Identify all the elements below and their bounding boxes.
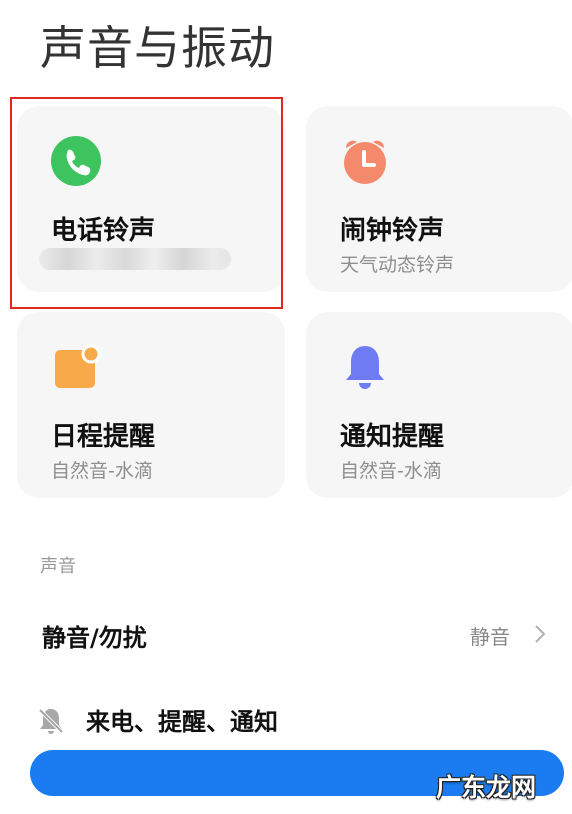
mute-calls-row[interactable]: 来电、提醒、通知 xyxy=(0,688,572,748)
silent-dnd-value: 静音 xyxy=(470,625,510,649)
alarm-title: 闹钟铃声 xyxy=(340,216,445,246)
notification-card[interactable]: 通知提醒 自然音-水滴 xyxy=(306,312,572,498)
highlight-box xyxy=(10,97,283,309)
notification-title: 通知提醒 xyxy=(340,422,445,452)
page-title: 声音与振动 xyxy=(40,21,275,75)
bell-off-icon xyxy=(36,706,66,736)
chevron-right-icon xyxy=(532,624,548,644)
alarm-card[interactable]: 闹钟铃声 天气动态铃声 xyxy=(306,106,572,292)
notification-subtitle: 自然音-水滴 xyxy=(340,460,442,482)
calendar-card[interactable]: 日程提醒 自然音-水滴 xyxy=(17,312,285,498)
watermark: 广东龙网 xyxy=(436,773,537,802)
silent-dnd-row[interactable]: 静音/勿扰 静音 xyxy=(0,604,572,664)
alarm-subtitle: 天气动态铃声 xyxy=(340,254,455,276)
alarm-clock-icon xyxy=(340,136,390,186)
section-label-sound: 声音 xyxy=(40,556,76,577)
calendar-title: 日程提醒 xyxy=(51,422,156,452)
silent-dnd-label: 静音/勿扰 xyxy=(42,624,147,652)
calendar-subtitle: 自然音-水滴 xyxy=(51,460,153,482)
calendar-icon xyxy=(51,342,101,392)
mute-calls-label: 来电、提醒、通知 xyxy=(86,708,278,736)
bell-icon xyxy=(340,342,390,392)
